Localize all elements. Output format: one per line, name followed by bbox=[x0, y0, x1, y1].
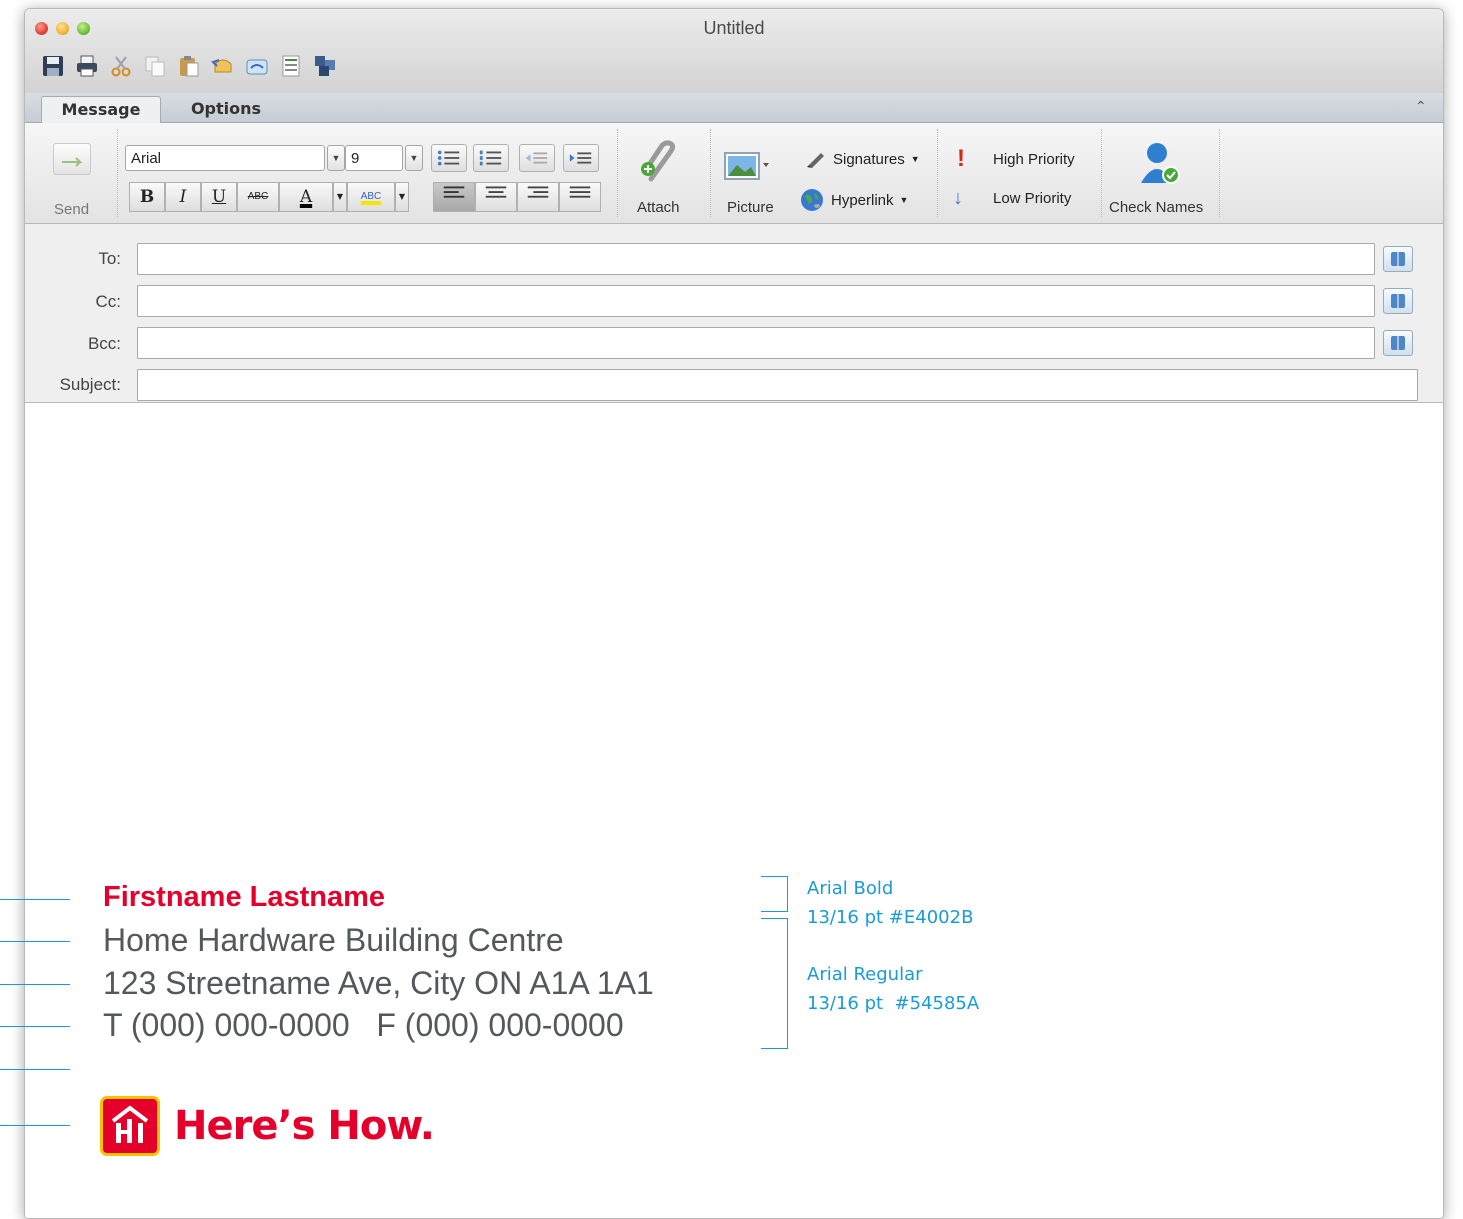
hyperlink-button[interactable]: Hyperlink ▼ bbox=[799, 187, 908, 213]
subject-field[interactable] bbox=[137, 369, 1418, 401]
ribbon: Send Arial ▼ 9 ▼ B I U ABC A ▼ ABC ▼ Att… bbox=[25, 123, 1443, 224]
signatures-label: Signatures bbox=[833, 150, 905, 168]
logo-wordmark: Here’s How. bbox=[174, 1103, 435, 1149]
bold-spec-note: 13/16 pt #E4002B bbox=[807, 907, 974, 928]
font-color-dropdown-icon[interactable]: ▼ bbox=[333, 182, 347, 212]
hyperlink-label: Hyperlink bbox=[831, 191, 894, 209]
subject-label: Subject: bbox=[59, 375, 121, 394]
guide-line bbox=[0, 941, 70, 942]
highlight-button[interactable]: ABC bbox=[347, 182, 395, 212]
tab-options[interactable]: Options bbox=[171, 96, 281, 122]
guide-line bbox=[0, 1069, 70, 1070]
justify-icon[interactable] bbox=[559, 182, 601, 212]
guide-line bbox=[0, 984, 70, 985]
bold-button[interactable]: B bbox=[129, 182, 165, 212]
signature-name: Firstname Lastname bbox=[103, 881, 386, 913]
ribbon-separator bbox=[117, 129, 119, 217]
address-book-icon[interactable] bbox=[1383, 246, 1413, 272]
font-name-combo[interactable]: Arial bbox=[125, 145, 325, 171]
italic-button[interactable]: I bbox=[165, 182, 201, 212]
attach-button[interactable]: Attach bbox=[637, 199, 680, 216]
font-size-dropdown-icon[interactable]: ▼ bbox=[405, 145, 423, 171]
signatures-dropdown-icon: ▼ bbox=[910, 154, 920, 164]
low-priority-label: Low Priority bbox=[993, 190, 1072, 207]
home-hardware-logo-icon bbox=[100, 1096, 160, 1156]
highlight-dropdown-icon[interactable]: ▼ bbox=[395, 182, 409, 212]
high-priority-button[interactable]: ! High Priority bbox=[957, 145, 1075, 173]
ribbon-separator bbox=[1101, 129, 1103, 217]
strikethrough-button[interactable]: ABC bbox=[237, 182, 279, 212]
bcc-field[interactable] bbox=[137, 327, 1375, 359]
picture-button[interactable]: Picture bbox=[727, 199, 774, 216]
ribbon-separator bbox=[1219, 129, 1221, 217]
align-center-icon[interactable] bbox=[475, 182, 517, 212]
bold-font-note: Arial Bold bbox=[807, 878, 894, 899]
check-names-icon[interactable] bbox=[1137, 139, 1181, 187]
down-arrow-icon: ↓ bbox=[953, 187, 963, 209]
font-color-button[interactable]: A bbox=[279, 182, 333, 212]
signature-company: Home Hardware Building Centre bbox=[103, 922, 564, 958]
pen-icon bbox=[807, 153, 824, 168]
regular-spec-bracket bbox=[761, 918, 788, 1049]
paperclip-icon[interactable] bbox=[637, 139, 681, 187]
font-size-combo[interactable]: 9 bbox=[345, 145, 403, 171]
signature-phone: T (000) 000-0000 F (000) 000-0000 bbox=[103, 1007, 624, 1043]
low-priority-button[interactable]: ↓ Low Priority bbox=[953, 187, 1071, 210]
tab-message[interactable]: Message bbox=[41, 96, 161, 123]
save-icon[interactable] bbox=[39, 51, 66, 81]
undo-icon[interactable] bbox=[209, 51, 236, 81]
to-label: To: bbox=[98, 249, 121, 268]
check-names-button[interactable]: Check Names bbox=[1109, 199, 1203, 216]
globe-icon bbox=[801, 189, 823, 211]
signatures-button[interactable]: Signatures ▼ bbox=[805, 149, 920, 169]
cc-label: Cc: bbox=[95, 292, 122, 311]
align-right-icon[interactable] bbox=[517, 182, 559, 212]
guide-line bbox=[0, 899, 70, 900]
regular-spec-note: 13/16 pt #54585A bbox=[807, 993, 980, 1014]
cut-icon[interactable] bbox=[107, 51, 134, 81]
bcc-label: Bcc: bbox=[87, 334, 121, 353]
cc-field[interactable] bbox=[137, 285, 1375, 317]
print-icon[interactable] bbox=[73, 51, 100, 81]
guide-line bbox=[0, 1125, 70, 1126]
hyperlink-dropdown-icon: ▼ bbox=[899, 195, 909, 205]
ribbon-separator bbox=[617, 129, 619, 217]
window-title: Untitled bbox=[703, 18, 765, 38]
bulleted-list-icon[interactable] bbox=[431, 144, 467, 172]
address-book-icon[interactable] bbox=[1383, 330, 1413, 356]
ribbon-separator bbox=[710, 129, 712, 217]
font-name-dropdown-icon[interactable]: ▼ bbox=[327, 145, 345, 171]
address-fields: To: Cc: Bcc: Subject: bbox=[25, 224, 1443, 403]
increase-indent-icon[interactable] bbox=[563, 144, 599, 172]
standard-toolbar bbox=[39, 51, 338, 87]
picture-icon[interactable] bbox=[723, 147, 771, 183]
numbered-list-icon[interactable] bbox=[473, 144, 509, 172]
bold-spec-bracket bbox=[761, 876, 788, 912]
redo-icon[interactable] bbox=[243, 51, 270, 81]
format-icon[interactable] bbox=[277, 51, 304, 81]
ribbon-tab-bar: Message Options ⌃ bbox=[25, 93, 1443, 123]
send-group: Send bbox=[39, 129, 109, 218]
send-icon[interactable] bbox=[53, 143, 91, 175]
collapse-ribbon-icon[interactable]: ⌃ bbox=[1415, 98, 1431, 114]
send-button[interactable]: Send bbox=[54, 201, 89, 218]
company-logo: Here’s How. bbox=[100, 1096, 435, 1156]
decrease-indent-icon[interactable] bbox=[519, 144, 555, 172]
signature-address: 123 Streetname Ave, City ON A1A 1A1 bbox=[103, 965, 654, 1001]
address-book-icon[interactable] bbox=[1383, 288, 1413, 314]
exclamation-icon: ! bbox=[957, 145, 965, 172]
guide-line bbox=[0, 1026, 70, 1027]
underline-button[interactable]: U bbox=[201, 182, 237, 212]
copy-icon[interactable] bbox=[141, 51, 168, 81]
ribbon-separator bbox=[937, 129, 939, 217]
align-left-icon[interactable] bbox=[433, 182, 475, 212]
to-field[interactable] bbox=[137, 243, 1375, 275]
window-icon[interactable] bbox=[311, 51, 338, 81]
high-priority-label: High Priority bbox=[993, 150, 1075, 168]
regular-font-note: Arial Regular bbox=[807, 964, 923, 985]
paste-icon[interactable] bbox=[175, 51, 202, 81]
title-bar: Untitled bbox=[25, 9, 1443, 94]
